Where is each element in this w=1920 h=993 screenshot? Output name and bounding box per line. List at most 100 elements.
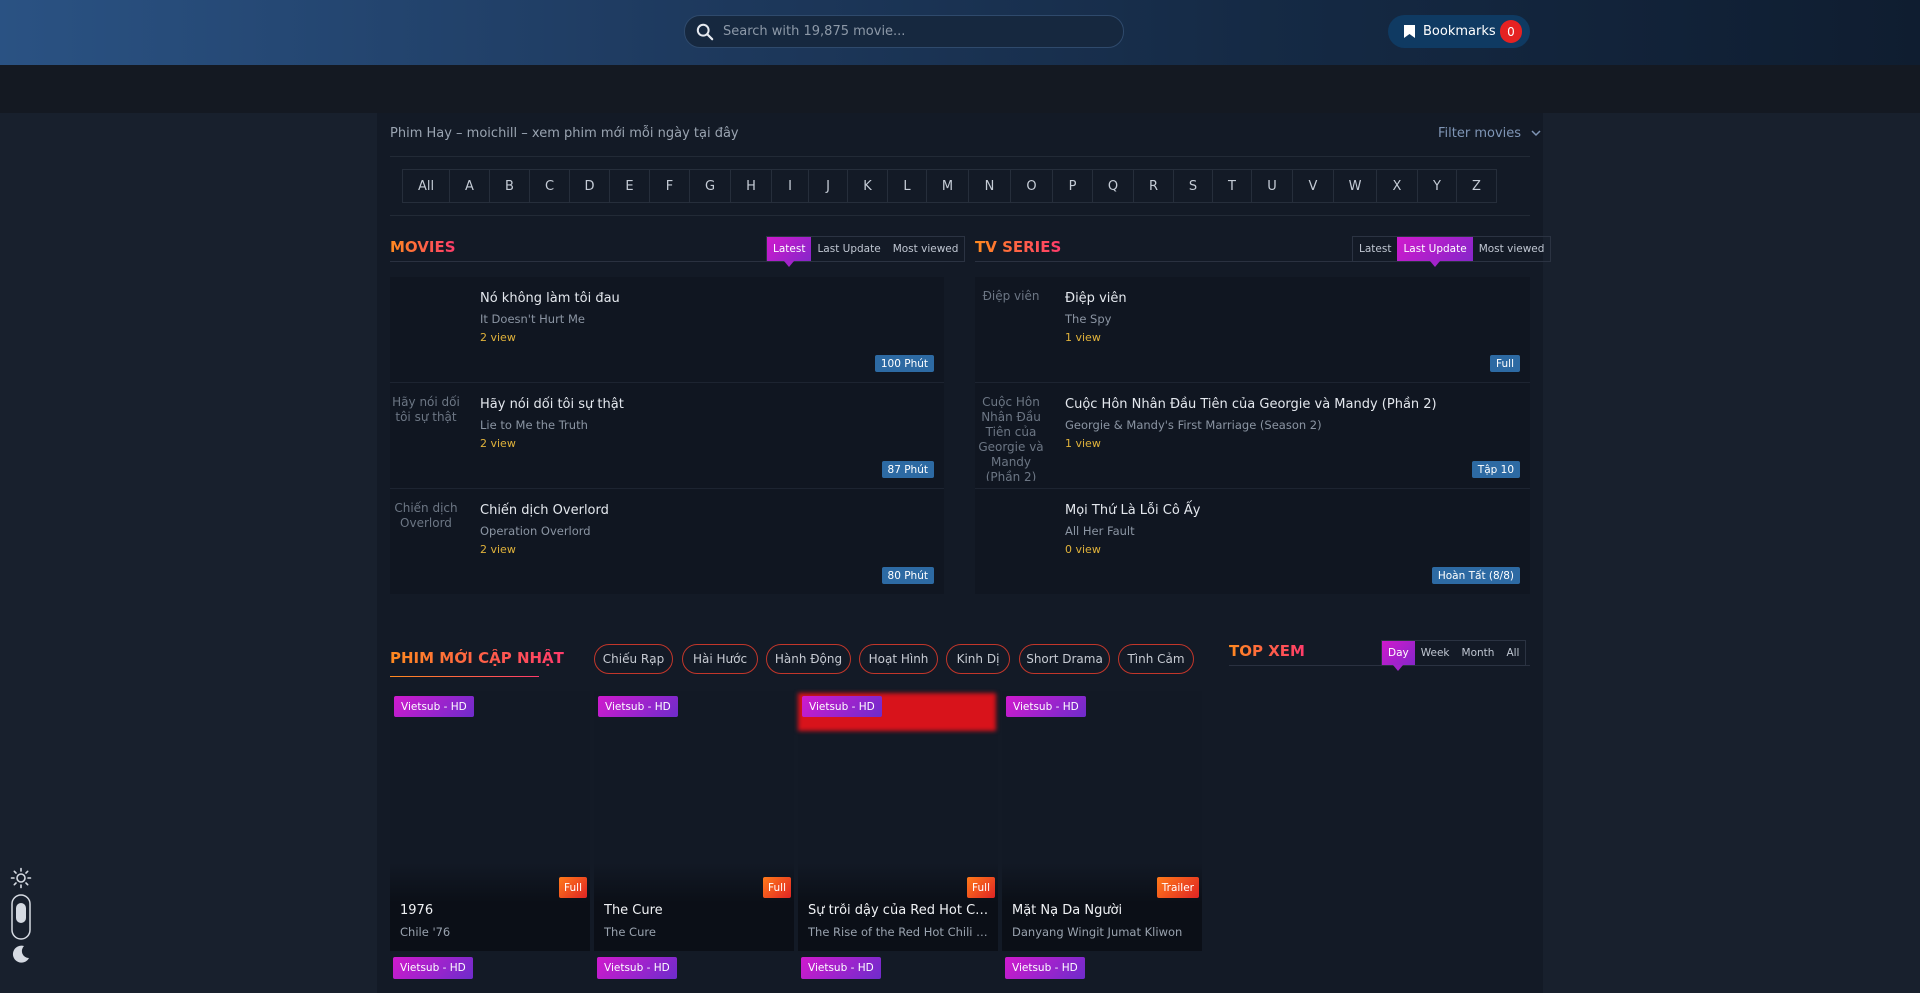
divider (390, 215, 1530, 216)
tab-top-all[interactable]: All (1500, 641, 1525, 665)
theme-toggle[interactable] (11, 894, 31, 940)
alpha-j[interactable]: J (808, 169, 848, 203)
genre-chip-hoat-hinh[interactable]: Hoạt Hình (859, 644, 938, 674)
movie-card[interactable]: Vietsub - HD Full Sự trỗi dậy của Red Ho… (798, 691, 998, 951)
series-title: Mọi Thứ Là Lỗi Cô Ấy (1065, 503, 1201, 518)
quality-tag: Vietsub - HD (598, 696, 678, 717)
alpha-m[interactable]: M (926, 169, 969, 203)
alpha-u[interactable]: U (1251, 169, 1293, 203)
alpha-w[interactable]: W (1333, 169, 1377, 203)
list-item[interactable]: Hãy nói dối tôi sự thật Hãy nói dối tôi … (390, 383, 944, 489)
status-badge: Trailer (1156, 877, 1199, 898)
series-original-title: The Spy (1065, 312, 1112, 326)
nav-bar (0, 65, 1920, 113)
list-item[interactable]: Mọi Thứ Là Lỗi Cô Ấy All Her Fault 0 vie… (975, 489, 1530, 595)
series-views: 0 view (1065, 543, 1101, 556)
top-header: Bookmarks 0 (0, 0, 1920, 65)
sun-icon[interactable] (10, 867, 32, 889)
alpha-i[interactable]: I (771, 169, 809, 203)
duration-badge: 100 Phút (874, 355, 934, 372)
movie-thumbnail: Chiến dịch Overlord (394, 501, 458, 530)
new-updates-section-title: PHIM MỚI CẬP NHẬT (390, 649, 564, 667)
list-item[interactable]: Điệp viên Điệp viên The Spy 1 view Full (975, 277, 1530, 383)
tab-tv-latest[interactable]: Latest (1353, 237, 1397, 261)
series-thumbnail: Cuộc Hôn Nhân Đầu Tiên của Georgie và Ma… (978, 395, 1044, 481)
movie-title: Nó không làm tôi đau (480, 291, 620, 306)
alpha-e[interactable]: E (609, 169, 650, 203)
alpha-all[interactable]: All (402, 169, 450, 203)
list-item[interactable]: Cuộc Hôn Nhân Đầu Tiên của Georgie và Ma… (975, 383, 1530, 489)
movie-card[interactable]: Vietsub - HD Trailer Mặt Nạ Da Người Dan… (1002, 691, 1202, 951)
alpha-f[interactable]: F (649, 169, 690, 203)
card-original-title: The Cure (604, 925, 656, 939)
quality-tag: Vietsub - HD (802, 696, 882, 717)
movie-card[interactable]: Vietsub - HD Full The Cure The Cure (594, 691, 794, 951)
alpha-l[interactable]: L (887, 169, 927, 203)
genre-chip-short-drama[interactable]: Short Drama (1019, 644, 1110, 674)
top-views-section-title: TOP XEM (1229, 642, 1305, 660)
movie-original-title: It Doesn't Hurt Me (480, 312, 585, 326)
alpha-z[interactable]: Z (1456, 169, 1497, 203)
genre-chip-hai-huoc[interactable]: Hài Hước (682, 644, 758, 674)
alpha-b[interactable]: B (489, 169, 530, 203)
alpha-k[interactable]: K (847, 169, 888, 203)
episode-badge: Full (1490, 355, 1520, 372)
search-input[interactable] (723, 16, 1113, 47)
alpha-x[interactable]: X (1376, 169, 1418, 203)
list-item[interactable]: Nó không làm tôi đau It Doesn't Hurt Me … (390, 277, 944, 383)
bookmarks-label: Bookmarks (1423, 24, 1496, 39)
movie-views: 2 view (480, 437, 516, 450)
tab-movies-last-update[interactable]: Last Update (811, 237, 886, 261)
search-box[interactable] (684, 15, 1124, 48)
genre-chip-kinh-di[interactable]: Kinh Dị (946, 644, 1010, 674)
alpha-q[interactable]: Q (1092, 169, 1134, 203)
movies-list: Nó không làm tôi đau It Doesn't Hurt Me … (390, 277, 944, 594)
page-tagline: Phim Hay – moichill – xem phim mới mỗi n… (390, 126, 739, 141)
genre-chip-chieu-rap[interactable]: Chiếu Rạp (594, 644, 673, 674)
alpha-c[interactable]: C (529, 169, 570, 203)
moon-icon[interactable] (10, 943, 32, 965)
bookmarks-count-badge: 0 (1500, 20, 1522, 43)
filter-movies-button[interactable]: Filter movies (1438, 126, 1541, 141)
new-updates-title-underline (390, 676, 539, 677)
series-title: Cuộc Hôn Nhân Đầu Tiên của Georgie và Ma… (1065, 397, 1437, 412)
movie-title: Chiến dịch Overlord (480, 503, 609, 518)
series-thumbnail: Điệp viên (982, 289, 1040, 303)
alpha-s[interactable]: S (1173, 169, 1213, 203)
alpha-g[interactable]: G (689, 169, 731, 203)
card-title: 1976 (400, 903, 434, 918)
alpha-v[interactable]: V (1292, 169, 1334, 203)
alpha-y[interactable]: Y (1417, 169, 1457, 203)
movie-card[interactable]: Vietsub - HD Full 1976 Chile '76 (390, 691, 590, 951)
quality-tag: Vietsub - HD (801, 957, 881, 979)
quality-tag: Vietsub - HD (393, 957, 473, 979)
genre-chip-tinh-cam[interactable]: Tình Cảm (1118, 644, 1194, 674)
tab-movies-latest[interactable]: Latest (767, 237, 812, 267)
tv-series-list: Điệp viên Điệp viên The Spy 1 view Full … (975, 277, 1530, 594)
tab-tv-last-update[interactable]: Last Update (1397, 237, 1473, 267)
tab-top-month[interactable]: Month (1456, 641, 1501, 665)
bookmarks-button[interactable]: Bookmarks 0 (1388, 15, 1530, 48)
list-item[interactable]: Chiến dịch Overlord Chiến dịch Overlord … (390, 489, 944, 595)
divider (390, 156, 1530, 157)
tab-tv-most-viewed[interactable]: Most viewed (1473, 237, 1551, 261)
alpha-a[interactable]: A (449, 169, 490, 203)
movie-thumbnail: Hãy nói dối tôi sự thật (392, 395, 460, 424)
filter-movies-label: Filter movies (1438, 126, 1522, 141)
genre-chip-hanh-dong[interactable]: Hành Động (766, 644, 851, 674)
alpha-h[interactable]: H (730, 169, 772, 203)
tab-top-week[interactable]: Week (1415, 641, 1456, 665)
alpha-n[interactable]: N (968, 169, 1011, 203)
duration-badge: 87 Phút (881, 461, 934, 478)
alpha-o[interactable]: O (1010, 169, 1053, 203)
bookmark-icon (1404, 25, 1415, 38)
tab-top-day[interactable]: Day (1382, 641, 1415, 671)
alpha-p[interactable]: P (1052, 169, 1093, 203)
quality-tag: Vietsub - HD (1006, 696, 1086, 717)
card-original-title: The Rise of the Red Hot Chili Peppers (808, 925, 993, 939)
card-original-title: Chile '76 (400, 925, 451, 939)
alpha-d[interactable]: D (569, 169, 610, 203)
alpha-r[interactable]: R (1133, 169, 1174, 203)
tab-movies-most-viewed[interactable]: Most viewed (887, 237, 965, 261)
alpha-t[interactable]: T (1212, 169, 1252, 203)
